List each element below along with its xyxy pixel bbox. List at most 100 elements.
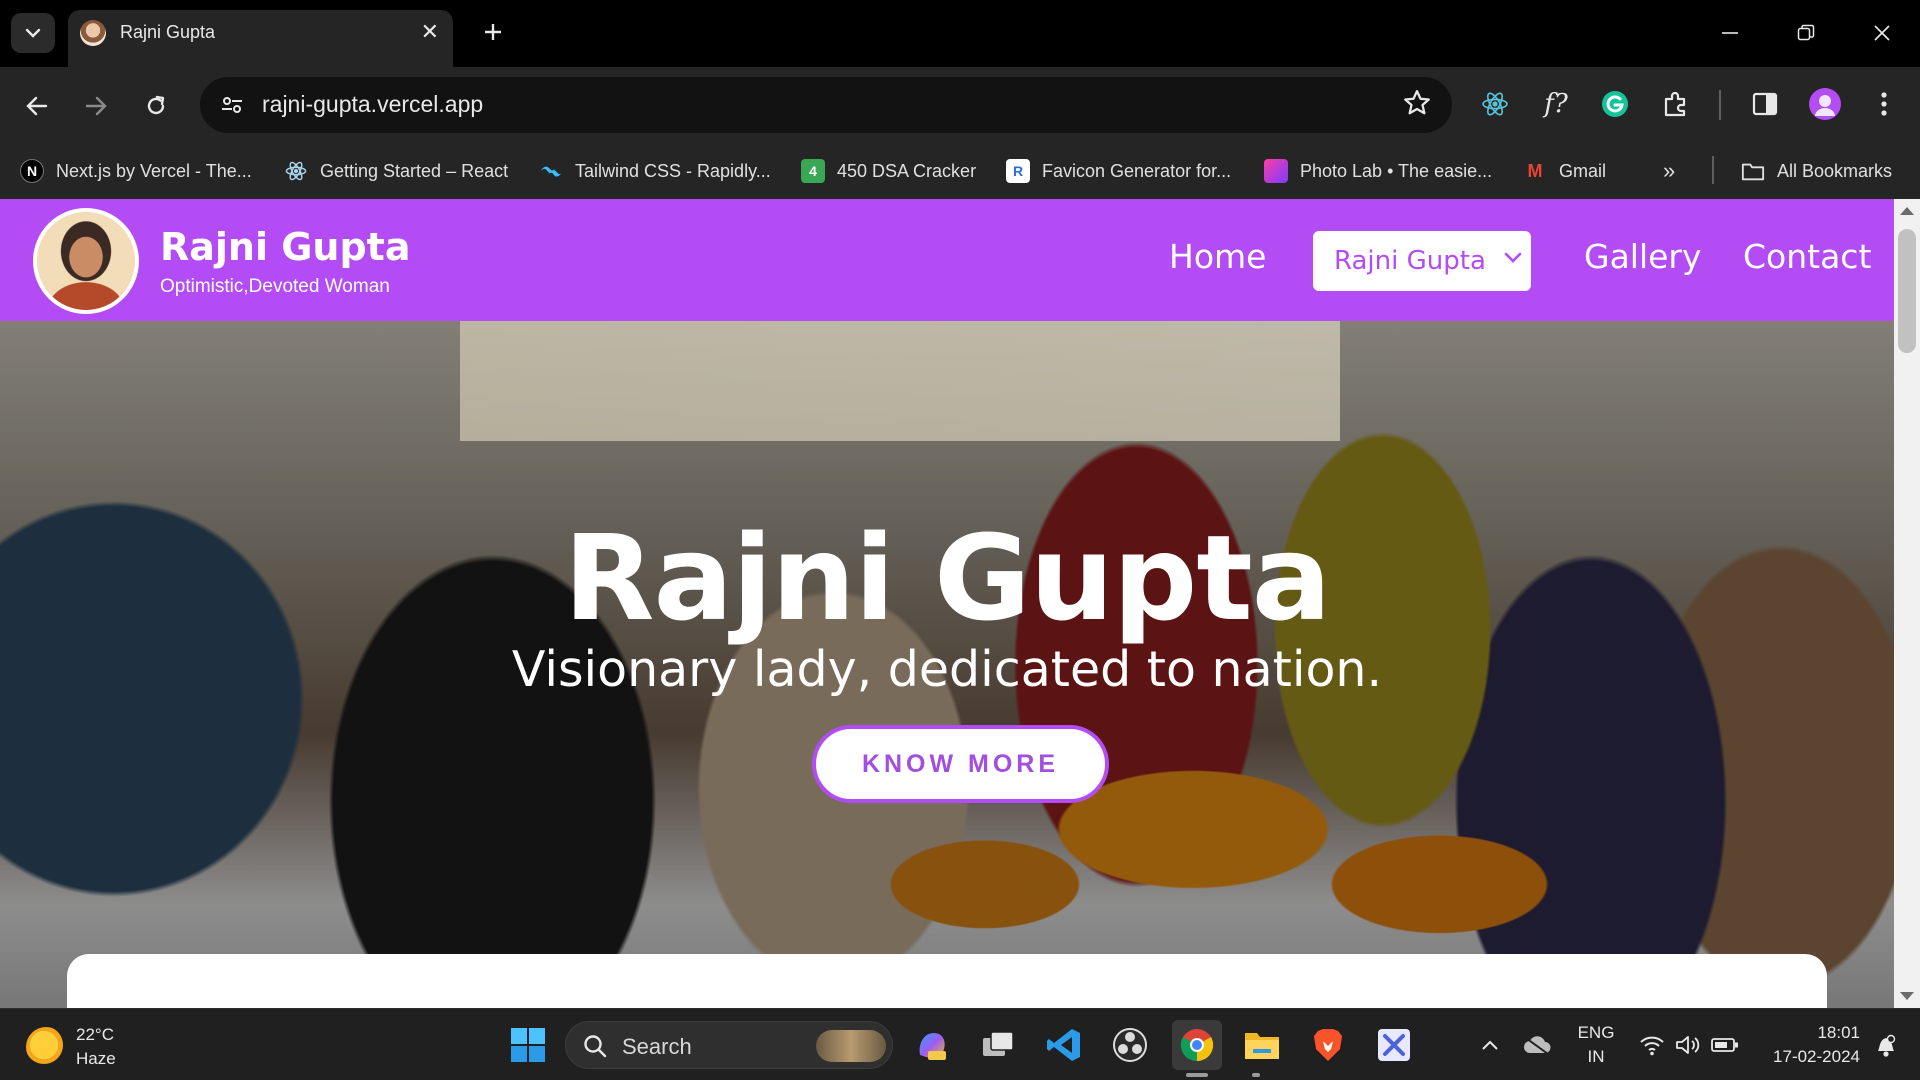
cloud-icon (1524, 1036, 1551, 1055)
bookmark-tailwind[interactable]: Tailwind CSS - Rapidly... (539, 155, 771, 187)
bookmark-favicon-generator[interactable]: R Favicon Generator for... (1006, 155, 1231, 187)
page-viewport: Rajni Gupta Optimistic,Devoted Woman Hom… (0, 199, 1894, 1008)
task-view-icon (983, 1031, 1014, 1056)
search-icon (584, 1035, 607, 1058)
scrollbar-thumb[interactable] (1898, 229, 1916, 353)
url-text[interactable]: rajni-gupta.vercel.app (262, 91, 483, 118)
windows-taskbar: 22°C Haze Search ENG IN 18:01 17-02-2024 (0, 1008, 1920, 1080)
vscode-app[interactable] (1042, 1023, 1086, 1067)
bookmark-label: Next.js by Vercel - The... (56, 160, 252, 181)
browser-tab-strip: Rajni Gupta ✕ (0, 0, 1920, 67)
react-devtools-extension[interactable] (1475, 84, 1515, 124)
show-hidden-icons-button[interactable] (1470, 1023, 1510, 1067)
region-code: IN (1587, 1047, 1605, 1066)
obs-app[interactable] (1108, 1023, 1152, 1067)
grammarly-icon (1602, 91, 1628, 117)
more-bookmarks-button[interactable]: » (1663, 155, 1675, 187)
language-indicator[interactable]: ENG IN (1568, 1021, 1624, 1069)
bookmark-label: 450 DSA Cracker (837, 160, 977, 181)
bookmark-dsa[interactable]: 4 450 DSA Cracker (801, 155, 976, 187)
tailwind-icon (539, 159, 563, 183)
bookmark-label: Gmail (1559, 160, 1607, 181)
site-navbar: Rajni Gupta Optimistic,Devoted Woman Hom… (0, 199, 1894, 321)
avatar-icon (1809, 88, 1841, 120)
side-panel-button[interactable] (1745, 84, 1785, 124)
site-settings-icon[interactable] (216, 90, 248, 120)
site-logo[interactable] (33, 208, 139, 314)
close-icon (1874, 25, 1890, 41)
all-bookmarks-button[interactable]: All Bookmarks (1741, 155, 1892, 187)
chevron-down-icon (1504, 252, 1522, 263)
bookmark-photolab[interactable]: Photo Lab • The easie... (1264, 155, 1492, 187)
arrow-left-icon (26, 96, 48, 116)
bookmark-react[interactable]: Getting Started – React (284, 155, 508, 187)
chrome-icon (1180, 1029, 1214, 1062)
minimize-button[interactable] (1710, 16, 1750, 50)
grammarly-extension[interactable] (1595, 84, 1635, 124)
browser-tab-active[interactable]: Rajni Gupta ✕ (68, 10, 453, 67)
new-tab-button[interactable] (474, 13, 512, 51)
taskbar-search-box[interactable]: Search (565, 1021, 893, 1069)
bookmark-label: Tailwind CSS - Rapidly... (575, 160, 771, 181)
bookmark-nextjs[interactable]: N Next.js by Vercel - The... (20, 155, 252, 187)
folder-icon (1245, 1033, 1279, 1059)
nav-contact-link[interactable]: Contact (1743, 237, 1871, 276)
weather-widget[interactable]: 22°C Haze (26, 1023, 116, 1071)
onedrive-tray[interactable] (1517, 1023, 1557, 1067)
hero-title: Rajni Gupta (563, 509, 1332, 647)
search-highlight-image (816, 1030, 886, 1062)
tab-close-icon[interactable]: ✕ (421, 19, 439, 45)
explorer-running-indicator (1252, 1073, 1260, 1077)
tab-search-button[interactable] (11, 13, 55, 53)
profile-avatar-button[interactable] (1805, 84, 1845, 124)
restore-button[interactable] (1786, 16, 1826, 50)
tab-title: Rajni Gupta (120, 22, 216, 42)
chrome-menu-button[interactable] (1864, 84, 1904, 124)
notifications-button[interactable] (1866, 1023, 1906, 1067)
scroll-down-arrow-icon[interactable] (1900, 992, 1914, 1000)
bookmark-gmail[interactable]: M Gmail (1523, 155, 1607, 187)
nav-dropdown-label: Rajni Gupta (1334, 246, 1486, 276)
copilot-app[interactable] (910, 1023, 954, 1067)
back-button[interactable] (17, 86, 57, 126)
nav-gallery-link[interactable]: Gallery (1584, 237, 1702, 276)
toolbar-divider (1719, 90, 1721, 120)
forward-button[interactable] (76, 86, 116, 126)
search-label: Search (622, 1034, 692, 1059)
task-view-app[interactable] (976, 1023, 1020, 1067)
clock-time: 18:01 (1817, 1023, 1860, 1042)
portrait-avatar (37, 212, 135, 310)
volume-tray[interactable] (1668, 1023, 1708, 1067)
clock-date: 17-02-2024 (1773, 1047, 1860, 1066)
hero-section: Rajni Gupta Visionary lady, dedicated to… (0, 321, 1894, 1008)
brand-name[interactable]: Rajni Gupta (160, 225, 411, 269)
close-window-button[interactable] (1862, 16, 1902, 50)
start-button[interactable] (506, 1023, 550, 1067)
chrome-app[interactable] (1172, 1020, 1222, 1070)
minimize-icon (1722, 32, 1738, 34)
bookmark-star-icon[interactable] (1402, 88, 1432, 123)
snip-icon (1378, 1029, 1410, 1061)
font-finder-extension[interactable]: f? (1536, 84, 1576, 124)
brave-lion-icon (1314, 1029, 1342, 1061)
dsa-icon: 4 (801, 159, 825, 183)
nav-home-link[interactable]: Home (1169, 237, 1266, 276)
chevron-down-icon (25, 28, 41, 38)
know-more-button[interactable]: KNOW MORE (812, 725, 1109, 803)
gmail-icon: M (1527, 160, 1543, 181)
nav-dropdown-rajni-gupta[interactable]: Rajni Gupta (1313, 231, 1531, 291)
file-explorer-app[interactable] (1240, 1023, 1284, 1067)
system-clock[interactable]: 18:01 17-02-2024 (1756, 1021, 1860, 1069)
react-icon (1482, 92, 1508, 116)
snipping-tool-app[interactable] (1372, 1023, 1416, 1067)
wifi-tray[interactable] (1632, 1023, 1672, 1067)
page-scrollbar[interactable] (1894, 199, 1920, 1008)
brave-app[interactable] (1306, 1023, 1350, 1067)
address-bar[interactable]: rajni-gupta.vercel.app (200, 77, 1452, 133)
reload-button[interactable] (136, 86, 176, 126)
bookmark-label: Favicon Generator for... (1042, 160, 1232, 181)
scroll-up-arrow-icon[interactable] (1900, 207, 1914, 215)
reload-icon (147, 95, 165, 115)
battery-tray[interactable] (1705, 1023, 1745, 1067)
extensions-button[interactable] (1656, 84, 1696, 124)
